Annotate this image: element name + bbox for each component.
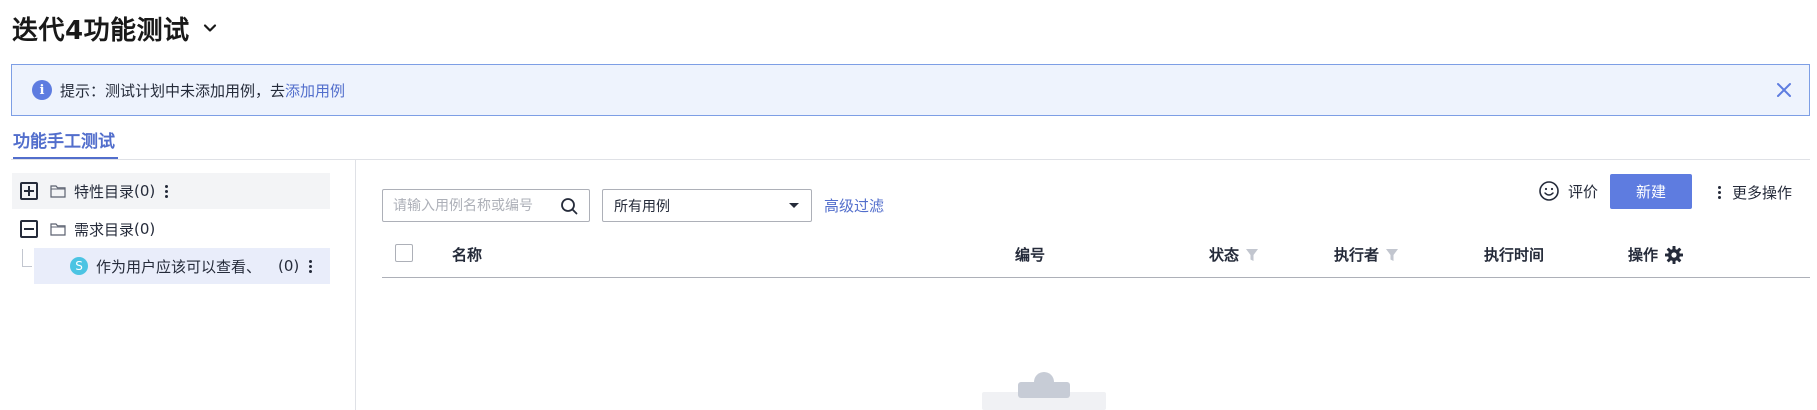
column-label: 执行时间 [1484, 246, 1545, 264]
case-filter-select[interactable]: 所有用例 [602, 189, 812, 222]
title-row: 迭代4功能测试 [12, 6, 220, 50]
alert-message: 提示：测试计划中未添加用例，去 [60, 81, 286, 100]
tree-item-count: (0) [134, 182, 156, 200]
info-icon: i [32, 80, 52, 100]
select-value: 所有用例 [614, 198, 670, 215]
table-header: 名称 编号 状态 执行者 执行时间 操作 [382, 236, 1810, 278]
collapse-icon[interactable] [20, 220, 38, 238]
column-label: 编号 [1015, 246, 1046, 264]
gear-icon[interactable] [1664, 245, 1684, 265]
empty-state-illustration [982, 372, 1106, 410]
expand-icon[interactable] [20, 182, 38, 200]
panel-divider [355, 160, 356, 410]
tree-item-feature-directory[interactable]: 特性目录 (0) [12, 173, 330, 209]
search-icon[interactable] [560, 197, 578, 215]
column-label: 操作 [1628, 246, 1659, 264]
column-header-operations: 操作 [1628, 244, 1684, 265]
column-header-name[interactable]: 名称 [452, 244, 482, 265]
page-title: 迭代4功能测试 [12, 15, 190, 46]
chevron-down-icon[interactable] [200, 18, 220, 38]
select-all-checkbox[interactable] [395, 244, 413, 262]
tab-functional-manual-test[interactable]: 功能手工测试 [13, 127, 115, 159]
advanced-filter-link[interactable]: 高级过滤 [824, 195, 884, 216]
more-vertical-icon[interactable] [303, 256, 317, 276]
column-label: 执行者 [1334, 246, 1380, 264]
rate-button[interactable]: 评价 [1538, 178, 1598, 204]
tree-item-story[interactable]: S 作为用户应该可以查看、… (0) [34, 248, 330, 284]
filter-icon[interactable] [1385, 248, 1399, 262]
more-actions-button[interactable]: 更多操作 [1712, 180, 1792, 204]
folder-icon [50, 223, 66, 236]
tree-item-requirement-directory[interactable]: 需求目录 (0) [12, 211, 330, 247]
smiley-icon [1539, 181, 1559, 201]
rate-label: 评价 [1568, 182, 1599, 201]
column-header-executor[interactable]: 执行者 [1334, 244, 1399, 265]
folder-icon [50, 185, 66, 198]
search-input[interactable] [393, 197, 553, 214]
search-box [382, 189, 590, 222]
column-label: 状态 [1209, 246, 1240, 264]
tree-item-count: (0) [278, 257, 300, 275]
filter-icon[interactable] [1245, 248, 1259, 262]
tree-item-label: 需求目录 [74, 220, 135, 239]
close-icon[interactable] [1773, 79, 1795, 101]
caret-down-icon [789, 203, 799, 208]
column-header-number[interactable]: 编号 [1015, 244, 1045, 265]
more-vertical-icon [1712, 182, 1726, 202]
tab-divider [11, 159, 1810, 160]
column-label: 名称 [452, 246, 483, 264]
more-actions-label: 更多操作 [1732, 183, 1793, 202]
story-badge-icon: S [70, 257, 88, 275]
tree-item-count: (0) [134, 220, 156, 238]
add-case-link[interactable]: 添加用例 [285, 80, 345, 101]
tree-item-label: 作为用户应该可以查看、… [96, 257, 260, 276]
tree-connector [22, 249, 32, 267]
page: 迭代4功能测试 i 提示：测试计划中未添加用例，去 添加用例 功能手工测试 特性… [0, 0, 1817, 410]
column-header-status[interactable]: 状态 [1209, 244, 1259, 265]
tree-item-label: 特性目录 [74, 182, 135, 201]
column-header-execution-time[interactable]: 执行时间 [1484, 244, 1544, 265]
new-button[interactable]: 新建 [1610, 174, 1692, 209]
more-vertical-icon[interactable] [159, 181, 173, 201]
info-alert: i 提示：测试计划中未添加用例，去 添加用例 [11, 64, 1810, 116]
